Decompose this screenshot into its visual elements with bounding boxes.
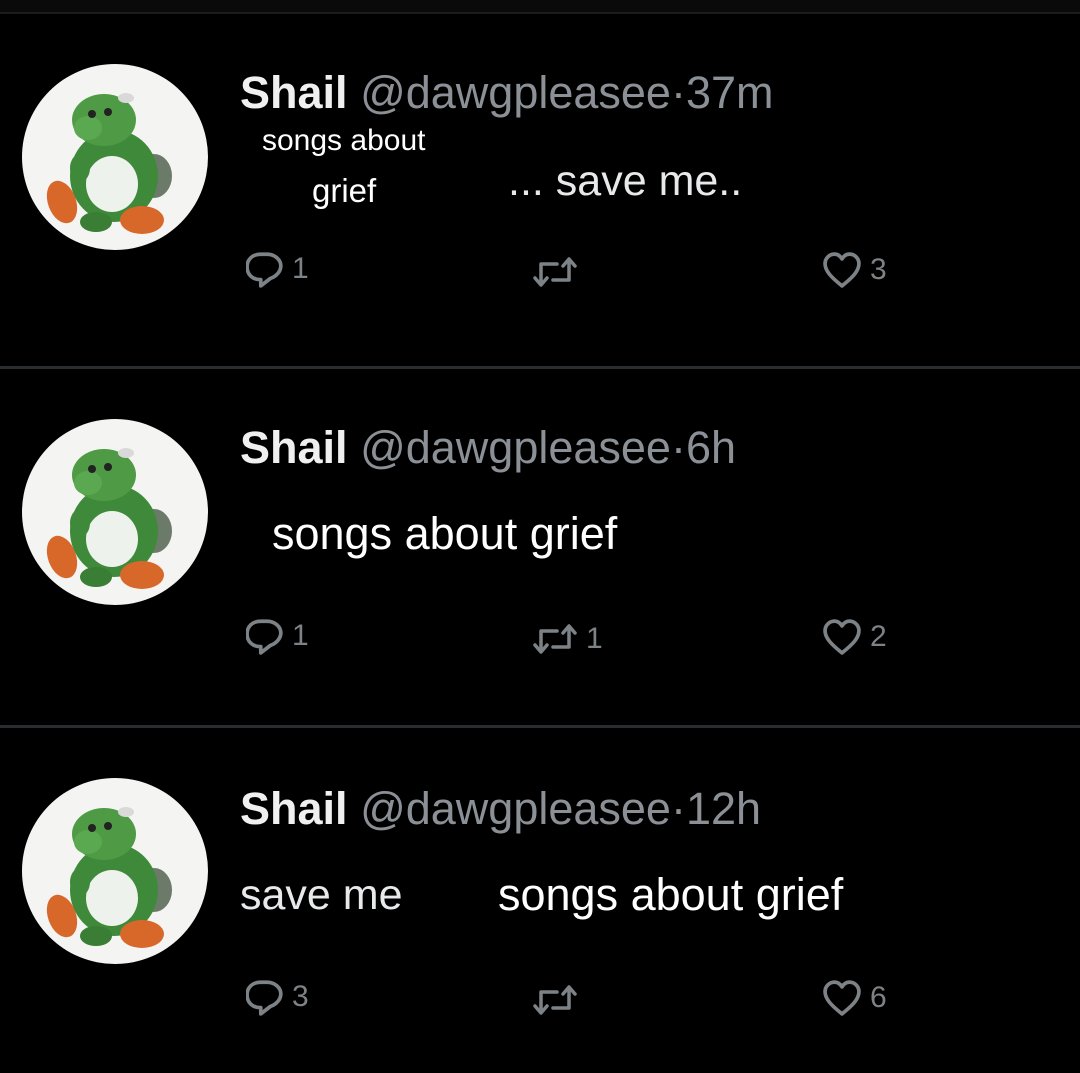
timestamp[interactable]: 6h bbox=[686, 422, 736, 473]
tweet-text: ... save me.. bbox=[508, 157, 743, 205]
heart-icon bbox=[823, 252, 861, 288]
reply-count: 3 bbox=[292, 980, 309, 1013]
separator-dot: · bbox=[670, 783, 686, 834]
heart-icon bbox=[823, 980, 861, 1016]
overlay-caption: songs about grief bbox=[272, 508, 618, 559]
reply-icon bbox=[246, 252, 283, 288]
tweet-2[interactable]: Shail @dawgpleasee·6h songs about grief … bbox=[0, 369, 1080, 725]
like-button[interactable]: 2 bbox=[822, 619, 887, 655]
reply-button[interactable]: 1 bbox=[246, 617, 309, 655]
tweet-header: Shail @dawgpleasee·37m bbox=[240, 70, 774, 115]
user-handle[interactable]: @dawgpleasee bbox=[360, 422, 671, 473]
dinosaur-avatar-icon bbox=[41, 807, 173, 948]
reply-button[interactable]: 1 bbox=[246, 250, 309, 288]
user-handle[interactable]: @dawgpleasee bbox=[360, 783, 671, 834]
like-count: 3 bbox=[870, 253, 887, 286]
tweet-header: Shail @dawgpleasee·12h bbox=[240, 786, 761, 831]
tweet-header: Shail @dawgpleasee·6h bbox=[240, 425, 736, 470]
top-border bbox=[0, 0, 1080, 14]
reply-icon bbox=[246, 980, 283, 1016]
display-name[interactable]: Shail bbox=[240, 67, 348, 118]
separator-dot: · bbox=[670, 422, 686, 473]
overlay-caption: songs about grief bbox=[498, 869, 844, 920]
reply-count: 1 bbox=[292, 252, 309, 285]
retweet-icon bbox=[533, 257, 577, 287]
retweet-icon bbox=[533, 985, 577, 1015]
dinosaur-avatar-icon bbox=[41, 93, 173, 234]
display-name[interactable]: Shail bbox=[240, 422, 348, 473]
avatar[interactable] bbox=[22, 419, 208, 605]
avatar[interactable] bbox=[22, 778, 208, 964]
tweet-3[interactable]: Shail @dawgpleasee·12h save me songs abo… bbox=[0, 728, 1080, 1073]
retweet-button[interactable]: 1 bbox=[532, 621, 603, 657]
tweet-text: save me bbox=[240, 871, 403, 919]
retweet-button[interactable] bbox=[532, 254, 586, 290]
retweet-button[interactable] bbox=[532, 982, 586, 1018]
timestamp[interactable]: 12h bbox=[686, 783, 761, 834]
separator-dot: · bbox=[670, 67, 686, 118]
user-handle[interactable]: @dawgpleasee bbox=[360, 67, 671, 118]
dinosaur-avatar-icon bbox=[41, 448, 173, 589]
reply-icon bbox=[246, 619, 283, 655]
retweet-icon bbox=[533, 624, 577, 654]
tweet-1[interactable]: Shail @dawgpleasee·37m songs about grief… bbox=[0, 14, 1080, 366]
heart-icon bbox=[823, 619, 861, 655]
timestamp[interactable]: 37m bbox=[686, 67, 774, 118]
like-count: 6 bbox=[870, 981, 887, 1014]
retweet-count: 1 bbox=[586, 622, 603, 655]
like-count: 2 bbox=[870, 620, 887, 653]
reply-button[interactable]: 3 bbox=[246, 978, 309, 1016]
avatar[interactable] bbox=[22, 64, 208, 250]
overlay-caption-line-1: songs about bbox=[262, 124, 426, 157]
like-button[interactable]: 3 bbox=[822, 252, 887, 288]
reply-count: 1 bbox=[292, 619, 309, 652]
display-name[interactable]: Shail bbox=[240, 783, 348, 834]
overlay-caption-line-2: grief bbox=[312, 172, 377, 209]
like-button[interactable]: 6 bbox=[822, 980, 887, 1016]
